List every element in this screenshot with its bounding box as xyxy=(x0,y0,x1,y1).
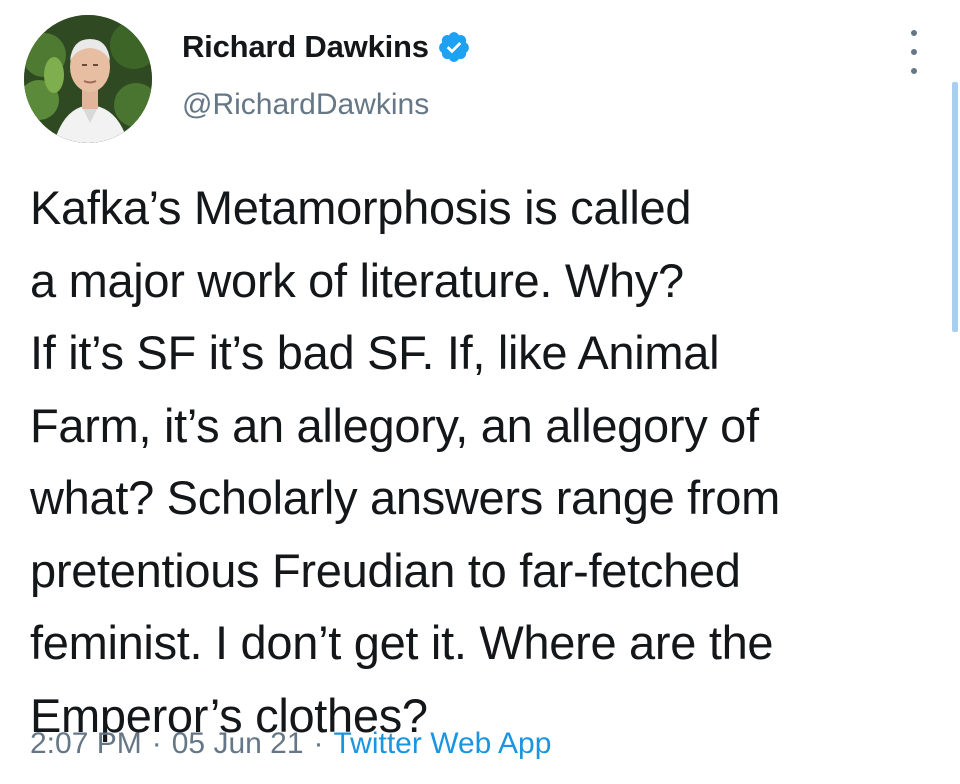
more-dot xyxy=(911,49,917,55)
verified-badge-icon xyxy=(437,30,471,64)
more-options-icon[interactable] xyxy=(900,30,928,74)
author-name-row[interactable]: Richard Dawkins xyxy=(182,27,471,67)
author-display-name[interactable]: Richard Dawkins xyxy=(182,29,429,65)
author-handle[interactable]: @RichardDawkins xyxy=(182,88,429,122)
scrollbar[interactable] xyxy=(952,82,958,332)
tweet-meta: 2:07 PM · 05 Jun 21 · Twitter Web App xyxy=(30,727,551,761)
tweet-time[interactable]: 2:07 PM xyxy=(30,727,142,761)
tweet-text: Kafka’s Metamorphosis is called a major … xyxy=(30,181,780,742)
tweet-date[interactable]: 05 Jun 21 xyxy=(172,727,304,761)
meta-separator: · xyxy=(313,727,324,760)
tweet-source-link[interactable]: Twitter Web App xyxy=(334,727,552,761)
tweet-card: Richard Dawkins @RichardDawkins Kafka’s … xyxy=(0,0,960,784)
meta-separator: · xyxy=(151,727,162,760)
avatar-image xyxy=(24,15,152,143)
avatar[interactable] xyxy=(24,15,152,143)
more-dot xyxy=(911,30,917,36)
more-dot xyxy=(911,68,917,74)
